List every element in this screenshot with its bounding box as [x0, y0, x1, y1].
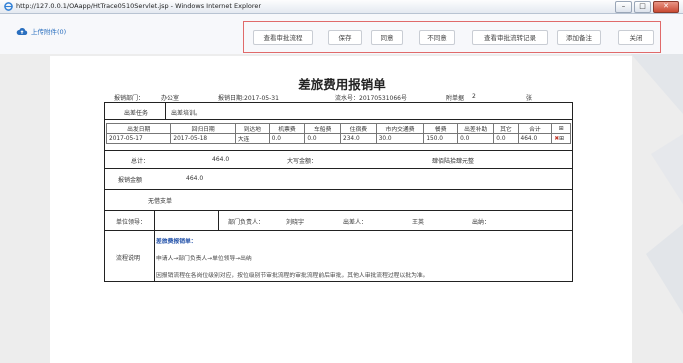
close-button[interactable]: 关闭 [618, 30, 654, 45]
cell[interactable]: 0.0 [457, 133, 495, 144]
col-header: 合计 [517, 123, 553, 134]
task-label: 出差任务 [124, 110, 149, 117]
window-controls: – □ ✕ [615, 1, 679, 13]
cell[interactable]: 0.0 [493, 133, 519, 144]
cell[interactable]: 大连 [234, 133, 270, 144]
traveler-value: 王英 [412, 219, 425, 226]
add-note-button[interactable]: 添加备注 [557, 30, 601, 45]
table-row: 2017-05-17 2017-05-18 大连 0.0 0.0 234.0 3… [105, 133, 571, 144]
col-header: 餐费 [423, 123, 459, 134]
cashier-label: 出纳： [472, 219, 491, 226]
window-title: http://127.0.0.1/OAapp/HtTrace0510Servle… [16, 2, 262, 10]
col-header: 到达地 [234, 123, 270, 134]
cell[interactable]: 150.0 [423, 133, 459, 144]
dept-head-value: 刘晓宇 [286, 219, 305, 226]
cell[interactable]: 30.0 [375, 133, 425, 144]
cell[interactable]: 234.0 [340, 133, 377, 144]
add-row-icon[interactable]: ⊞ [551, 123, 571, 134]
no-receipt-text: 无借支单 [148, 198, 173, 205]
background-decoration [631, 54, 683, 314]
flow-line-1: 申请人→部门负责人→单位领导→出纳 [156, 256, 252, 262]
table-header-row: 出发日期 回归日期 到达地 机票费 车船费 住宿费 市内交通费 餐费 出差补助 … [105, 123, 571, 134]
task-value: 出差培训。 [171, 110, 202, 117]
cell[interactable]: 2017-05-17 [105, 133, 172, 144]
upload-label: 上传附件(0) [31, 28, 67, 36]
document-title: 差旅费用报销单 [298, 77, 386, 92]
attachment-count: 2 [472, 93, 476, 100]
total-label: 总计： [131, 158, 150, 165]
upload-attachment-link[interactable]: 上传附件(0) [16, 26, 66, 36]
attachment-label: 附单据 [446, 95, 465, 102]
serial-number: 流水号：20170531066号 [335, 95, 407, 102]
col-header: 车船费 [304, 123, 342, 134]
dept-value: 办公室 [161, 95, 180, 102]
dept-label: 报销部门： [114, 95, 145, 102]
action-button-group: 查看审批流程 保存 同意 不同意 查看审批流转记录 添加备注 关闭 [243, 21, 661, 53]
dept-head-label: 部门负责人： [228, 219, 265, 226]
col-header: 市内交通费 [375, 123, 425, 134]
flow-line-2: 因报销流程在各岗位级别对应，按位级别节审批流程的审批流程前后审批，其他人审批流程… [156, 273, 429, 279]
traveler-label: 出差人： [343, 219, 368, 226]
expense-table: 出发日期 回归日期 到达地 机票费 车船费 住宿费 市内交通费 餐费 出差补助 … [105, 123, 571, 144]
col-header: 其它 [493, 123, 519, 134]
col-header: 住宿费 [340, 123, 377, 134]
add-row-icon[interactable]: ⊞ [559, 136, 564, 142]
col-header: 机票费 [268, 123, 306, 134]
unit-leader-label: 单位领导： [116, 219, 147, 226]
upper-amount-value: 肆佰陆拾肆元整 [432, 158, 475, 165]
cell[interactable]: 2017-05-18 [170, 133, 236, 144]
cloud-upload-icon [16, 27, 28, 35]
cell[interactable]: 464.0 [517, 133, 553, 144]
amount-label: 报销金额 [118, 177, 143, 184]
agree-button[interactable]: 同意 [371, 30, 403, 45]
col-header: 回归日期 [170, 123, 236, 134]
upper-amount-label: 大写金额： [287, 158, 318, 165]
minimize-button[interactable]: – [615, 1, 632, 13]
cell[interactable]: 0.0 [268, 133, 306, 144]
attachment-unit: 张 [526, 95, 533, 102]
close-window-button[interactable]: ✕ [653, 1, 679, 13]
flow-title: 差旅费报销单： [156, 239, 197, 245]
amount-value: 464.0 [186, 175, 204, 182]
toolbar: 上传附件(0) 查看审批流程 保存 同意 不同意 查看审批流转记录 添加备注 关… [0, 14, 683, 54]
ie-icon [4, 2, 13, 11]
col-header: 出差补助 [457, 123, 495, 134]
window-titlebar: http://127.0.0.1/OAapp/HtTrace0510Servle… [0, 0, 683, 14]
total-value: 464.0 [212, 156, 230, 163]
flow-label: 流程说明 [116, 255, 141, 262]
report-date: 报销日期:2017-05-31 [218, 95, 279, 102]
save-button[interactable]: 保存 [328, 30, 362, 45]
col-header: 出发日期 [105, 123, 172, 134]
view-approval-records-button[interactable]: 查看审批流转记录 [472, 30, 548, 45]
cell[interactable]: 0.0 [304, 133, 342, 144]
row-actions: ✖⊞ [551, 133, 571, 144]
view-approval-flow-button[interactable]: 查看审批流程 [253, 30, 313, 45]
disagree-button[interactable]: 不同意 [419, 30, 455, 45]
maximize-button[interactable]: □ [634, 1, 651, 13]
